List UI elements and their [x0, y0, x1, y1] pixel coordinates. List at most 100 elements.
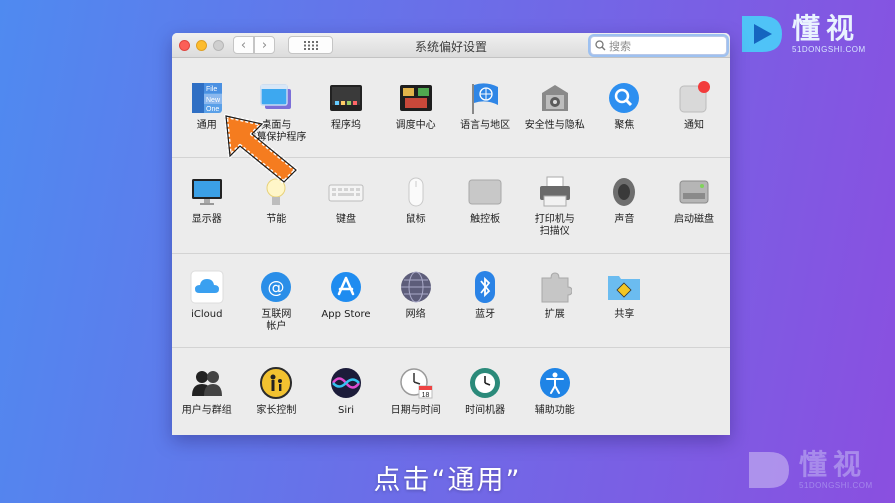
parental-controls-icon — [258, 365, 294, 401]
pref-accessibility[interactable]: 辅助功能 — [520, 365, 590, 417]
general-icon: File New One — [189, 80, 225, 116]
pref-label: iCloud — [191, 309, 223, 320]
mission-control-icon — [398, 80, 434, 116]
prefs-row-internet: iCloud @ 互联网 帐户 App Store 网络 蓝牙 扩展 共享 — [172, 269, 730, 333]
printer-icon — [537, 174, 573, 210]
pref-label: 用户与群组 — [181, 405, 232, 416]
pref-label: 网络 — [405, 309, 426, 320]
language-region-icon — [467, 80, 503, 116]
pref-label: 声音 — [614, 214, 635, 225]
pref-label: 互联网 帐户 — [261, 309, 292, 332]
pref-notifications[interactable]: 通知 — [659, 80, 729, 144]
pref-label: 共享 — [614, 309, 635, 320]
pref-date-time[interactable]: 18 日期与时间 — [381, 365, 451, 417]
search-input[interactable]: 搜索 — [590, 36, 727, 55]
pref-label: 家长控制 — [256, 405, 297, 416]
pref-label: 辅助功能 — [534, 405, 575, 416]
pref-icloud[interactable]: iCloud — [172, 269, 242, 333]
pref-label: 触控板 — [470, 214, 501, 225]
dock-icon — [328, 80, 364, 116]
pref-label: 键盘 — [335, 214, 356, 225]
pref-label: 扩展 — [544, 309, 565, 320]
pref-mission-control[interactable]: 调度中心 — [381, 80, 451, 144]
pref-label: 语言与地区 — [460, 120, 511, 131]
pref-keyboard[interactable]: 键盘 — [311, 174, 381, 238]
startup-disk-icon — [676, 174, 712, 210]
pref-label: Siri — [337, 405, 354, 416]
pref-label: 启动磁盘 — [673, 214, 714, 225]
pref-security-privacy[interactable]: 安全性与隐私 — [520, 80, 590, 144]
time-machine-icon — [467, 365, 503, 401]
pref-time-machine[interactable]: 时间机器 — [450, 365, 520, 417]
title-bar: ‹ › 系统偏好设置 搜索 — [172, 33, 730, 58]
system-preferences-window: ‹ › 系统偏好设置 搜索 File New One 通用 桌面与 屏幕保护程序… — [172, 33, 730, 435]
pref-parental-controls[interactable]: 家长控制 — [242, 365, 312, 417]
sharing-icon — [606, 269, 642, 305]
app-store-icon — [328, 269, 364, 305]
svg-text:One: One — [206, 106, 219, 113]
instruction-caption: 点击“通用” — [373, 465, 522, 496]
extensions-icon — [537, 269, 573, 305]
section-divider — [172, 347, 730, 348]
pref-label: 鼠标 — [405, 214, 426, 225]
pref-extensions[interactable]: 扩展 — [520, 269, 590, 333]
icloud-icon — [189, 269, 225, 305]
pref-printers-scanners[interactable]: 打印机与 扫描仪 — [520, 174, 590, 238]
pref-label: 日期与时间 — [390, 405, 441, 416]
pref-sound[interactable]: 声音 — [590, 174, 660, 238]
svg-text:18: 18 — [421, 392, 429, 399]
orange-arrow-icon — [224, 114, 298, 184]
pref-mouse[interactable]: 鼠标 — [381, 174, 451, 238]
svg-text:New: New — [206, 97, 221, 104]
pref-trackpad[interactable]: 触控板 — [450, 174, 520, 238]
section-divider — [172, 253, 730, 254]
prefs-row-system: 用户与群组 家长控制 Siri 18 日期与时间 时间机器 辅助功能 — [172, 365, 730, 417]
brand-name-cn: 懂视 — [792, 11, 861, 45]
svg-text:@: @ — [268, 278, 285, 298]
pref-label: 时间机器 — [465, 405, 506, 416]
pref-startup-disk[interactable]: 启动磁盘 — [659, 174, 729, 238]
pref-siri[interactable]: Siri — [311, 365, 381, 417]
pref-label: 显示器 — [191, 214, 222, 225]
notifications-icon — [676, 80, 712, 116]
pref-label: 程序坞 — [330, 120, 361, 131]
pref-label: 通知 — [683, 120, 704, 131]
network-icon — [398, 269, 434, 305]
desktop-icon — [258, 80, 294, 116]
search-placeholder: 搜索 — [609, 39, 631, 53]
pref-label: 蓝牙 — [475, 309, 496, 320]
pref-bluetooth[interactable]: 蓝牙 — [450, 269, 520, 333]
users-groups-icon — [189, 365, 225, 401]
pref-label: 节能 — [266, 214, 287, 225]
trackpad-icon — [467, 174, 503, 210]
pref-internet-accounts[interactable]: @ 互联网 帐户 — [242, 269, 312, 333]
pref-label: 打印机与 扫描仪 — [534, 214, 575, 237]
accessibility-icon — [537, 365, 573, 401]
pref-sharing[interactable]: 共享 — [590, 269, 660, 333]
spotlight-icon — [606, 80, 642, 116]
mouse-icon — [398, 174, 434, 210]
security-icon — [537, 80, 573, 116]
pref-app-store[interactable]: App Store — [311, 269, 381, 333]
keyboard-icon — [328, 174, 364, 210]
pref-language-region[interactable]: 语言与地区 — [450, 80, 520, 144]
play-logo-icon — [742, 16, 782, 52]
pref-dock[interactable]: 程序坞 — [311, 80, 381, 144]
pref-network[interactable]: 网络 — [381, 269, 451, 333]
pref-label: 聚焦 — [614, 120, 635, 131]
internet-accounts-icon: @ — [258, 269, 294, 305]
sound-icon — [606, 174, 642, 210]
pref-label: 安全性与隐私 — [524, 120, 585, 131]
displays-icon — [189, 174, 225, 210]
pref-label: 调度中心 — [395, 120, 436, 131]
brand-watermark: 懂视 51DONGSHI.COM — [738, 14, 866, 54]
svg-text:File: File — [206, 86, 217, 93]
pref-label: App Store — [321, 309, 371, 320]
siri-icon — [328, 365, 364, 401]
search-icon — [595, 40, 606, 51]
bluetooth-icon — [467, 269, 503, 305]
brand-name-en: 51DONGSHI.COM — [792, 44, 866, 54]
pref-users-groups[interactable]: 用户与群组 — [172, 365, 242, 417]
pref-spotlight[interactable]: 聚焦 — [590, 80, 660, 144]
date-time-icon: 18 — [398, 365, 434, 401]
